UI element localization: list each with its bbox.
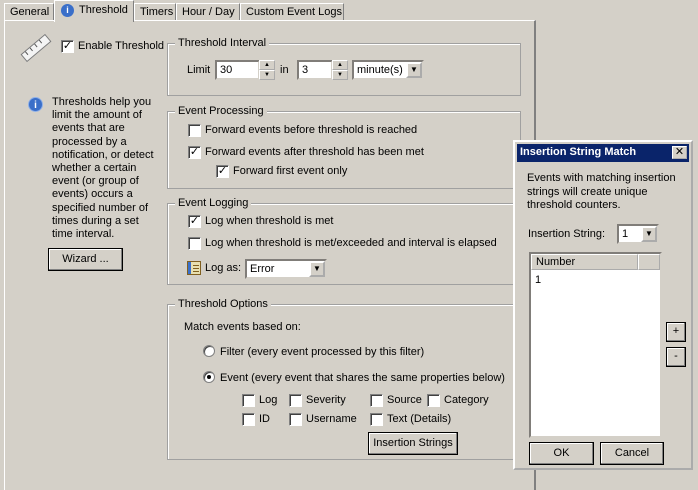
tab-hour-day[interactable]: Hour / Day xyxy=(176,3,240,21)
list-header-number[interactable]: Number xyxy=(531,254,638,270)
tab-threshold-label: Threshold xyxy=(79,4,128,16)
log-when-exceeded-label: Log when threshold is met/exceeded and i… xyxy=(205,237,497,249)
ok-button[interactable]: OK xyxy=(529,442,594,465)
forward-before-label: Forward events before threshold is reach… xyxy=(205,124,418,136)
dialog-title: Insertion String Match xyxy=(520,146,637,158)
limit-input[interactable]: 30 xyxy=(215,60,260,80)
in-label: in xyxy=(280,64,289,76)
insertion-string-value: 1 xyxy=(622,228,629,240)
tab-custom-event-logs[interactable]: Custom Event Logs xyxy=(240,3,344,21)
limit-label: Limit xyxy=(187,64,211,76)
remove-button[interactable]: - xyxy=(666,347,686,367)
prop-log-label: Log xyxy=(259,394,278,406)
prop-source-label: Source xyxy=(387,394,422,406)
filter-radio-label: Filter (every event processed by this fi… xyxy=(220,346,425,358)
event-logging-title: Event Logging xyxy=(175,197,252,209)
cancel-button[interactable]: Cancel xyxy=(600,442,664,465)
prop-source-checkbox[interactable] xyxy=(370,394,383,407)
match-events-label: Match events based on: xyxy=(184,321,301,333)
chevron-down-icon[interactable]: ▼ xyxy=(641,226,657,242)
prop-id-label: ID xyxy=(259,413,270,425)
insertion-strings-button[interactable]: Insertion Strings xyxy=(368,432,458,455)
log-icon xyxy=(187,261,201,275)
prop-text-details-checkbox[interactable] xyxy=(370,413,383,426)
log-as-select[interactable]: Error ▼ xyxy=(245,259,327,279)
prop-log-checkbox[interactable] xyxy=(242,394,255,407)
log-as-label: Log as: xyxy=(205,262,242,274)
threshold-interval-title: Threshold Interval xyxy=(175,37,270,49)
wizard-button[interactable]: Wizard ... xyxy=(48,248,123,271)
dialog-description: Events with matching insertion strings w… xyxy=(527,172,676,211)
interval-input[interactable]: 3 xyxy=(297,60,333,80)
forward-before-checkbox[interactable] xyxy=(188,124,201,137)
enable-threshold-label: Enable Threshold xyxy=(78,40,165,52)
chevron-down-icon[interactable]: ▼ xyxy=(309,261,325,277)
log-when-exceeded-checkbox[interactable] xyxy=(188,237,201,250)
interval-unit-value: minute(s) xyxy=(357,64,403,76)
prop-username-checkbox[interactable] xyxy=(289,413,302,426)
list-item[interactable]: 1 xyxy=(535,274,541,286)
prop-severity-label: Severity xyxy=(306,394,346,406)
info-icon: i xyxy=(28,97,43,112)
dialog-titlebar: Insertion String Match ✕ xyxy=(517,144,689,162)
event-radio-label: Event (every event that shares the same … xyxy=(220,372,505,384)
prop-username-label: Username xyxy=(306,413,357,425)
forward-after-checkbox[interactable]: ✓ xyxy=(188,146,201,159)
interval-unit-select[interactable]: minute(s) ▼ xyxy=(352,60,424,80)
list-header-blank xyxy=(638,254,660,270)
limit-spinner[interactable]: ▲ ▼ xyxy=(259,60,275,80)
forward-after-label: Forward events after threshold has been … xyxy=(205,146,424,158)
forward-first-checkbox[interactable]: ✓ xyxy=(216,165,229,178)
insertion-number-list[interactable]: Number 1 xyxy=(529,252,662,438)
forward-first-label: Forward first event only xyxy=(233,165,348,177)
threshold-help-text: Thresholds help you limit the amount of … xyxy=(52,96,154,241)
prop-severity-checkbox[interactable] xyxy=(289,394,302,407)
insertion-string-match-dialog: Insertion String Match ✕ Events with mat… xyxy=(513,140,693,470)
tab-threshold[interactable]: i Threshold xyxy=(54,0,134,22)
chevron-down-icon[interactable]: ▼ xyxy=(406,62,422,78)
log-when-met-checkbox[interactable]: ✓ xyxy=(188,215,201,228)
event-radio[interactable] xyxy=(203,371,215,383)
filter-radio[interactable] xyxy=(203,345,215,357)
info-icon: i xyxy=(61,4,74,17)
log-when-met-label: Log when threshold is met xyxy=(205,215,334,227)
prop-category-checkbox[interactable] xyxy=(427,394,440,407)
insertion-string-select[interactable]: 1 ▼ xyxy=(617,224,659,244)
log-as-value: Error xyxy=(250,263,275,275)
insertion-string-label: Insertion String: xyxy=(528,228,606,240)
tab-general[interactable]: General xyxy=(4,3,54,21)
enable-threshold-checkbox[interactable]: ✓ xyxy=(61,40,74,53)
threshold-options-title: Threshold Options xyxy=(175,298,271,310)
close-icon[interactable]: ✕ xyxy=(672,146,687,159)
add-button[interactable]: + xyxy=(666,322,686,342)
prop-id-checkbox[interactable] xyxy=(242,413,255,426)
prop-text-details-label: Text (Details) xyxy=(387,413,452,425)
prop-category-label: Category xyxy=(444,394,489,406)
tab-timers[interactable]: Timers xyxy=(134,3,176,21)
interval-spinner[interactable]: ▲ ▼ xyxy=(332,60,348,80)
event-processing-title: Event Processing xyxy=(175,105,267,117)
